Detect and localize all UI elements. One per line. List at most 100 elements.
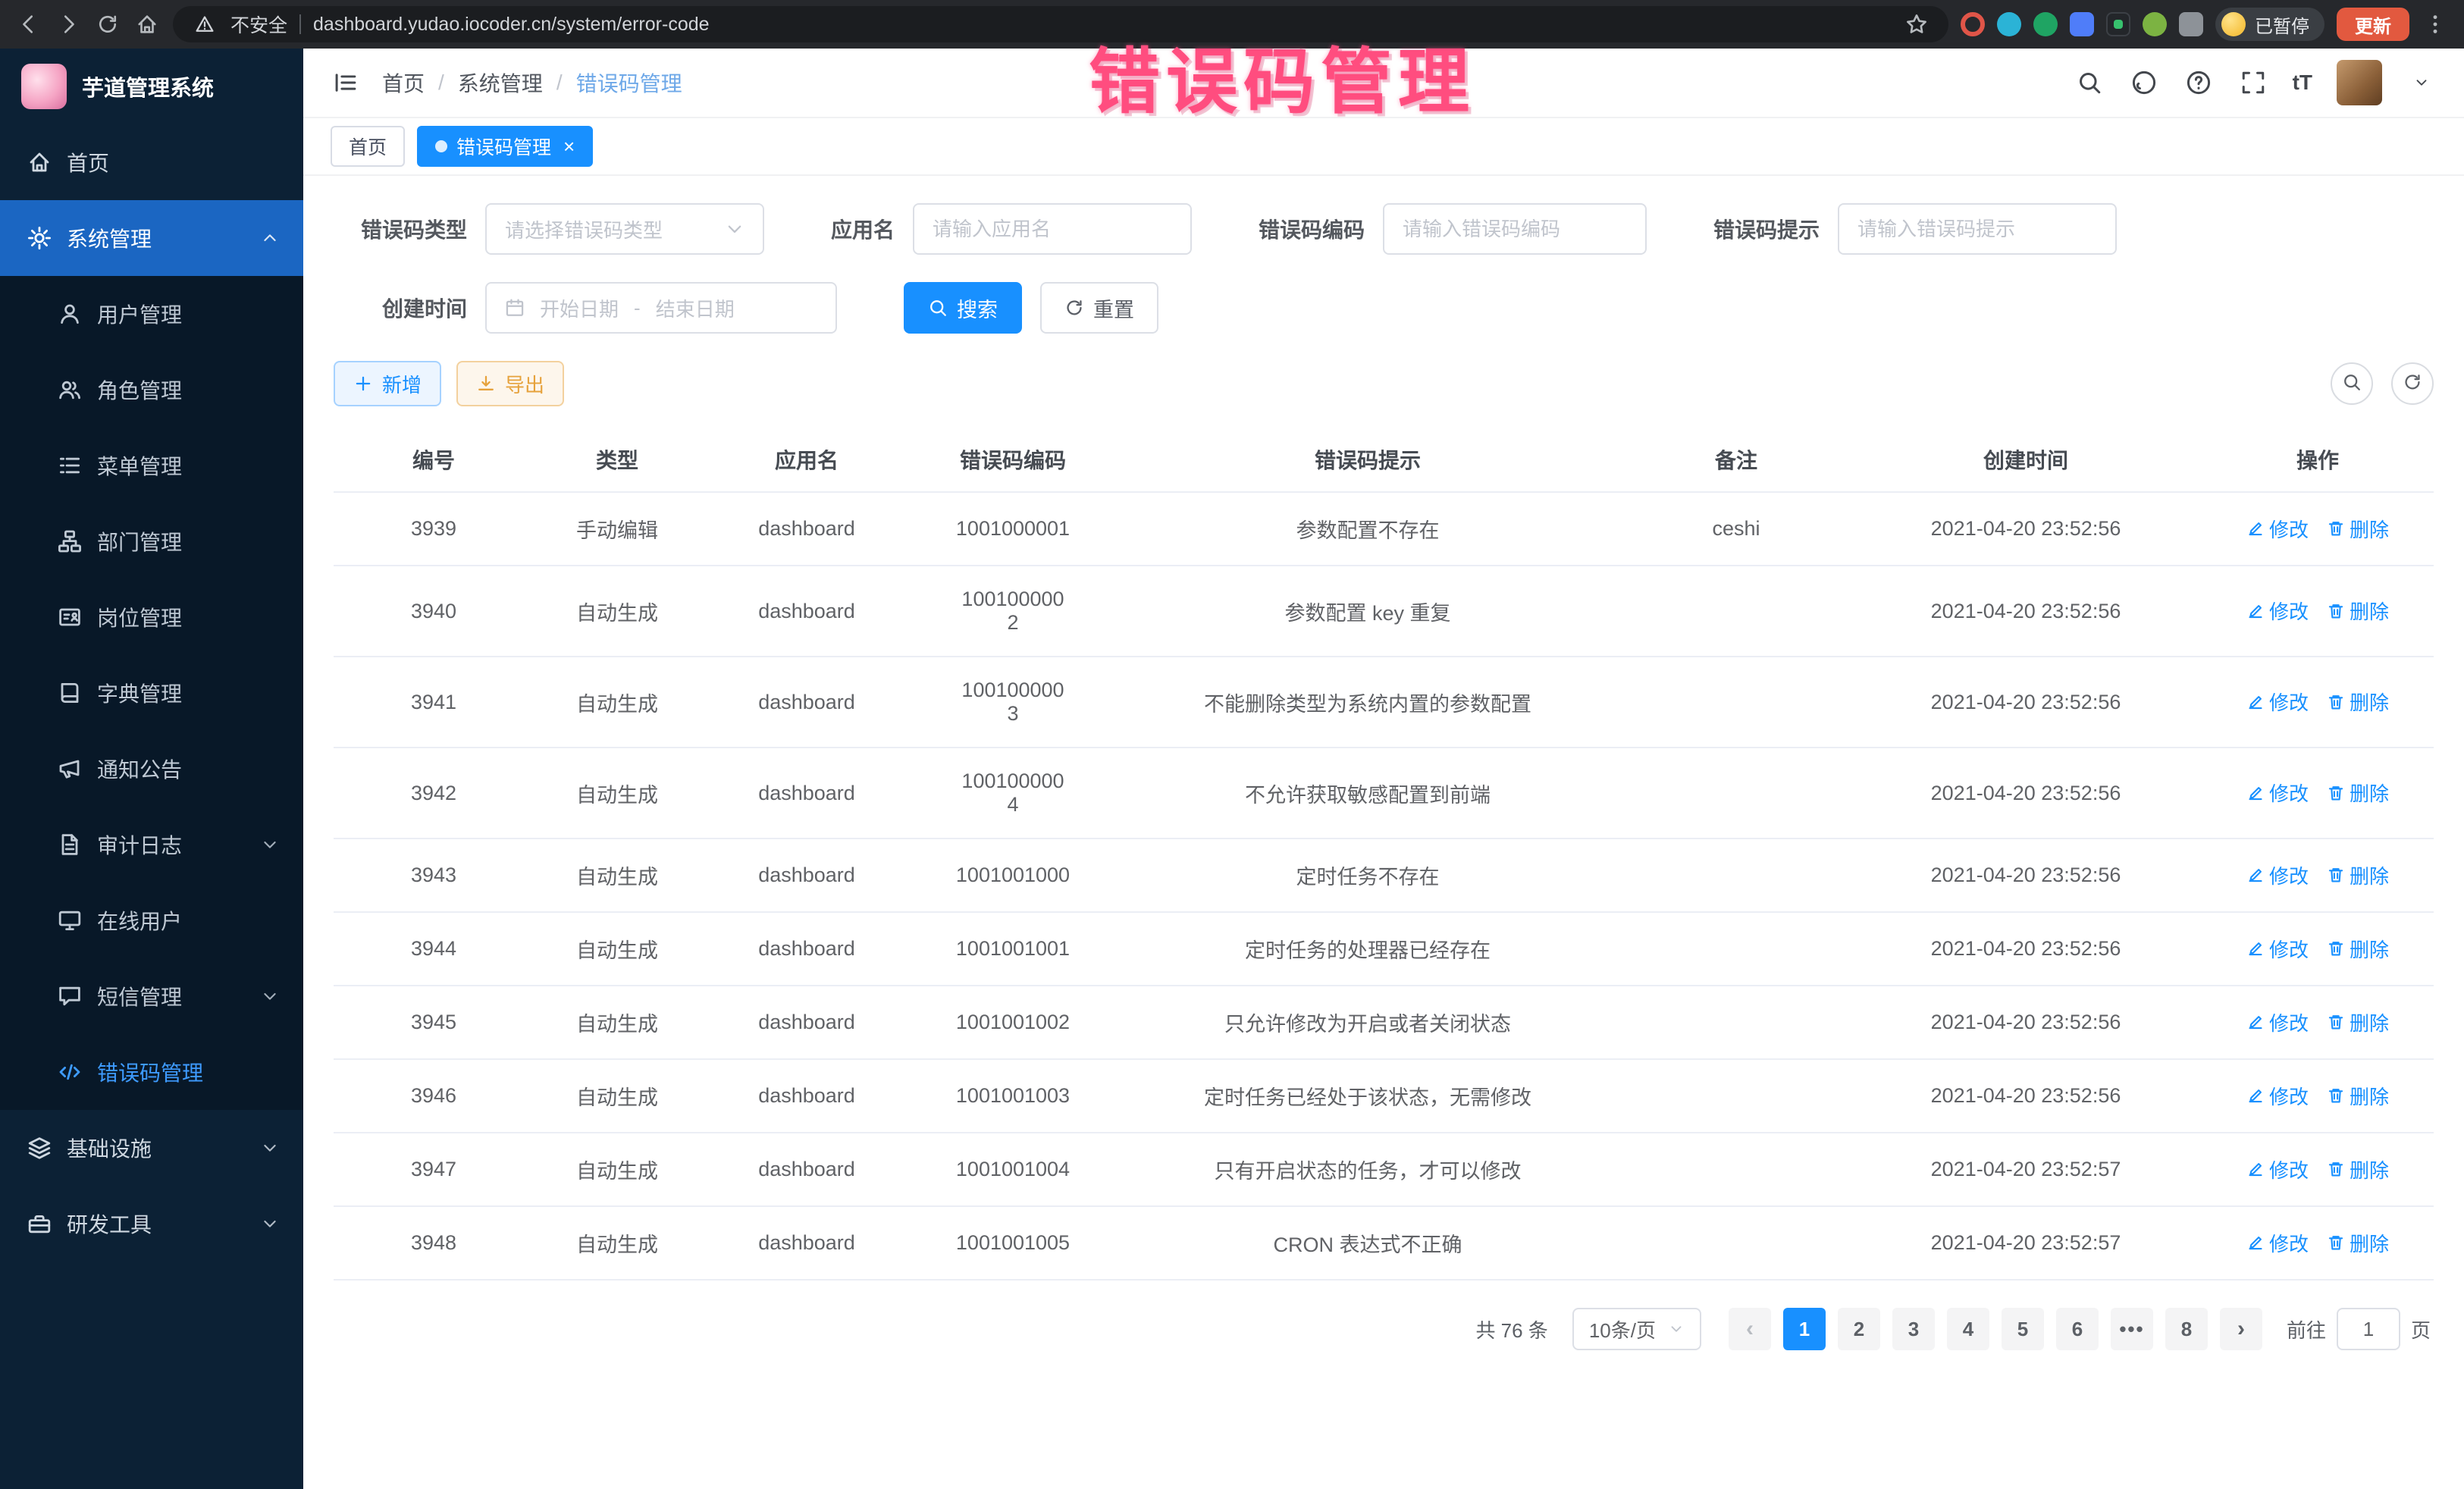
export-button[interactable]: 导出 [456, 361, 564, 406]
extension-icon[interactable] [2070, 12, 2094, 36]
cell-create-time: 2021-04-20 23:52:56 [1850, 492, 2202, 566]
sidebar-item-user-management[interactable]: 用户管理 [0, 276, 303, 352]
error-type-select[interactable]: 请选择错误码类型 [485, 203, 764, 255]
prev-page-button[interactable]: ‹ [1729, 1308, 1771, 1350]
breadcrumb-item[interactable]: 系统管理 [458, 67, 543, 98]
megaphone-icon [58, 757, 82, 781]
fullscreen-icon[interactable] [2238, 67, 2268, 98]
cell-message: 定时任务的处理器已经存在 [1113, 912, 1622, 986]
extension-icon[interactable] [1961, 12, 1985, 36]
address-bar[interactable]: 不安全 dashboard.yudao.iocoder.cn/system/er… [173, 6, 1948, 42]
sidebar-item-infrastructure[interactable]: 基础设施 [0, 1110, 303, 1186]
sidebar-item-audit-log[interactable]: 审计日志 [0, 807, 303, 882]
extension-icon[interactable] [2033, 12, 2058, 36]
edit-button[interactable]: 修改 [2246, 1229, 2309, 1257]
sidebar-item-error-code-management[interactable]: 错误码管理 [0, 1034, 303, 1110]
browser-back-icon[interactable] [15, 11, 42, 38]
search-button[interactable]: 搜索 [904, 282, 1022, 334]
add-button[interactable]: 新增 [334, 361, 441, 406]
profile-paused-chip[interactable]: 已暂停 [2215, 8, 2324, 41]
cell-message: 不能删除类型为系统内置的参数配置 [1113, 657, 1622, 748]
browser-menu-icon[interactable] [2422, 11, 2449, 38]
page-button-5[interactable]: 5 [2002, 1308, 2044, 1350]
help-icon[interactable] [2183, 67, 2214, 98]
sidebar-item-online-users[interactable]: 在线用户 [0, 882, 303, 958]
sidebar-item-dict-management[interactable]: 字典管理 [0, 655, 303, 731]
error-msg-input[interactable] [1838, 203, 2117, 255]
sidebar-item-sms-management[interactable]: 短信管理 [0, 958, 303, 1034]
search-icon[interactable] [2074, 67, 2105, 98]
update-button[interactable]: 更新 [2337, 8, 2409, 41]
edit-button[interactable]: 修改 [2246, 688, 2309, 716]
edit-button[interactable]: 修改 [2246, 935, 2309, 963]
page-button-8[interactable]: 8 [2165, 1308, 2208, 1350]
app-logo[interactable]: 芋道管理系统 [0, 49, 303, 124]
extension-icon[interactable] [2143, 12, 2167, 36]
cell-app: dashboard [701, 492, 913, 566]
goto-page-input[interactable] [2337, 1308, 2400, 1350]
refresh-table-button[interactable] [2391, 362, 2434, 405]
edit-button[interactable]: 修改 [2246, 861, 2309, 889]
browser-home-icon[interactable] [133, 11, 161, 38]
cell-remark: ceshi [1622, 492, 1850, 566]
extension-icon[interactable] [1997, 12, 2021, 36]
sidebar-item-post-management[interactable]: 岗位管理 [0, 579, 303, 655]
delete-button[interactable]: 删除 [2327, 935, 2389, 963]
extensions-puzzle-icon[interactable] [2179, 12, 2203, 36]
font-size-icon[interactable]: tT [2293, 67, 2312, 98]
page-button-4[interactable]: 4 [1947, 1308, 1989, 1350]
pagination-ellipsis[interactable]: ••• [2111, 1308, 2153, 1350]
cell-remark [1622, 657, 1850, 748]
page-size-select[interactable]: 10条/页 [1572, 1308, 1701, 1350]
bookmark-star-icon[interactable] [1903, 11, 1930, 38]
delete-label: 删除 [2350, 1229, 2389, 1257]
page-button-3[interactable]: 3 [1892, 1308, 1935, 1350]
reset-button[interactable]: 重置 [1040, 282, 1158, 334]
delete-button[interactable]: 删除 [2327, 1155, 2389, 1183]
tab-error-code-management[interactable]: 错误码管理× [417, 126, 593, 167]
edit-button[interactable]: 修改 [2246, 515, 2309, 543]
sidebar-item-home[interactable]: 首页 [0, 124, 303, 200]
user-menu-caret-icon[interactable] [2406, 67, 2437, 98]
tab-home[interactable]: 首页 [331, 126, 405, 167]
sidebar-item-notice-announcement[interactable]: 通知公告 [0, 731, 303, 807]
edit-button[interactable]: 修改 [2246, 1008, 2309, 1036]
edit-button[interactable]: 修改 [2246, 779, 2309, 807]
error-code-input[interactable] [1383, 203, 1647, 255]
edit-button[interactable]: 修改 [2246, 1155, 2309, 1183]
sidebar-item-system-management[interactable]: 系统管理 [0, 200, 303, 276]
sidebar-item-menu-management[interactable]: 菜单管理 [0, 428, 303, 503]
next-page-button[interactable]: › [2220, 1308, 2262, 1350]
delete-button[interactable]: 删除 [2327, 515, 2389, 543]
breadcrumb-item[interactable]: 首页 [382, 67, 425, 98]
page-button-2[interactable]: 2 [1838, 1308, 1880, 1350]
create-time-range[interactable]: 开始日期 - 结束日期 [485, 282, 837, 334]
delete-button[interactable]: 删除 [2327, 1082, 2389, 1110]
cell-operations: 修改删除 [2202, 748, 2434, 839]
page-button-6[interactable]: 6 [2056, 1308, 2099, 1350]
filter-error-type: 错误码类型 请选择错误码类型 [334, 203, 764, 255]
toggle-search-button[interactable] [2331, 362, 2373, 405]
sidebar-item-dev-tools[interactable]: 研发工具 [0, 1186, 303, 1262]
delete-button[interactable]: 删除 [2327, 779, 2389, 807]
sidebar-collapse-icon[interactable] [331, 67, 361, 98]
browser-forward-icon[interactable] [55, 11, 82, 38]
user-avatar[interactable] [2337, 60, 2382, 105]
edit-button[interactable]: 修改 [2246, 1082, 2309, 1110]
close-tab-icon[interactable]: × [563, 136, 575, 156]
github-icon[interactable] [2129, 67, 2159, 98]
delete-button[interactable]: 删除 [2327, 688, 2389, 716]
cell-create-time: 2021-04-20 23:52:56 [1850, 748, 2202, 839]
page-button-1[interactable]: 1 [1783, 1308, 1826, 1350]
sidebar-item-dept-management[interactable]: 部门管理 [0, 503, 303, 579]
delete-button[interactable]: 删除 [2327, 861, 2389, 889]
delete-button[interactable]: 删除 [2327, 597, 2389, 625]
delete-button[interactable]: 删除 [2327, 1229, 2389, 1257]
delete-button[interactable]: 删除 [2327, 1008, 2389, 1036]
edit-button[interactable]: 修改 [2246, 597, 2309, 625]
extension-icon[interactable] [2106, 12, 2130, 36]
book-icon [58, 681, 82, 705]
sidebar-item-role-management[interactable]: 角色管理 [0, 352, 303, 428]
app-name-input[interactable] [913, 203, 1192, 255]
browser-reload-icon[interactable] [94, 11, 121, 38]
